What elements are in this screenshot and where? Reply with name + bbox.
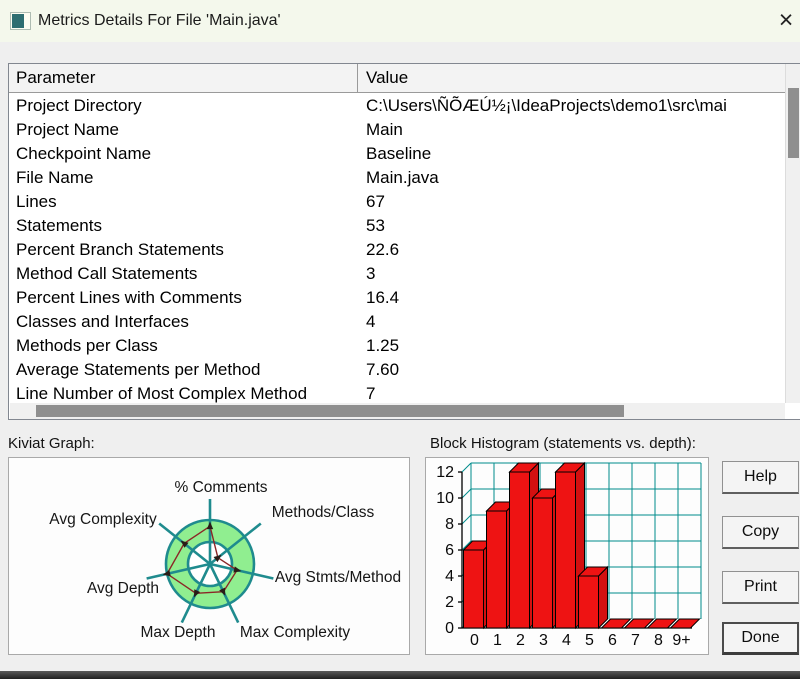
- value-cell: Baseline: [366, 144, 432, 163]
- parameter-cell: Classes and Interfaces: [16, 312, 189, 331]
- parameter-cell: Line Number of Most Complex Method: [16, 384, 308, 403]
- histogram-xtick-label: 8: [654, 632, 663, 649]
- histogram-xtick-label: 9+: [672, 632, 690, 649]
- value-cell: 4: [366, 312, 376, 331]
- window-bottom-edge: [0, 671, 800, 679]
- bar-front-face: [532, 497, 553, 629]
- column-header-value[interactable]: Value: [366, 64, 408, 92]
- kiviat-chart: % Comments Methods/Class Avg Stmts/Method M…: [49, 479, 401, 641]
- table-body: Project Directory C:\Users\ÑÕÆÚ½¡\IdeaPro…: [9, 94, 784, 403]
- vertical-scrollbar[interactable]: [785, 64, 800, 403]
- kiviat-axis-label: Max Depth: [141, 624, 216, 641]
- histogram-ytick-label: 0: [445, 620, 454, 637]
- table-header: Parameter Value: [9, 64, 800, 93]
- histogram-xtick-label: 6: [608, 632, 617, 649]
- horizontal-scrollbar-thumb[interactable]: [36, 405, 624, 417]
- value-cell: Main.java: [366, 168, 439, 187]
- kiviat-axis-label: % Comments: [174, 479, 267, 496]
- parameter-cell: Checkpoint Name: [16, 144, 152, 163]
- table-row[interactable]: Project Name Main: [9, 118, 784, 142]
- value-cell: 7.60: [366, 360, 400, 379]
- block-histogram-label: Block Histogram (statements vs. depth):: [430, 435, 696, 452]
- window-icon: [10, 12, 31, 30]
- value-cell: 53: [366, 216, 385, 235]
- done-button[interactable]: Done: [722, 622, 799, 655]
- parameter-cell: Percent Lines with Comments: [16, 288, 242, 307]
- vertical-scrollbar-thumb[interactable]: [788, 88, 799, 158]
- title-bar: Metrics Details For File 'Main.java' ×: [0, 0, 800, 42]
- value-cell: C:\Users\ÑÕÆÚ½¡\IdeaProjects\demo1\src\m…: [366, 96, 727, 115]
- value-cell: 3: [366, 264, 376, 283]
- table-row[interactable]: Checkpoint Name Baseline: [9, 142, 784, 166]
- histogram-xtick-label: 0: [470, 632, 479, 649]
- help-button[interactable]: Help: [722, 461, 799, 494]
- histogram-ytick-label: 8: [445, 516, 454, 533]
- histogram-ytick-label: 4: [445, 568, 454, 585]
- histogram-xtick-label: 5: [585, 632, 594, 649]
- table-row[interactable]: Methods per Class 1.25: [9, 334, 784, 358]
- metrics-table: Parameter Value Project Directory C:\User…: [8, 63, 800, 420]
- histogram-xtick-label: 4: [562, 632, 571, 649]
- bar-front-face: [578, 575, 599, 629]
- parameter-cell: Statements: [16, 216, 102, 235]
- histogram-xtick-label: 3: [539, 632, 548, 649]
- bar-front-face: [555, 471, 576, 629]
- value-cell: 7: [366, 384, 376, 403]
- table-row[interactable]: Average Statements per Method 7.60: [9, 358, 784, 382]
- kiviat-axis-label: Avg Complexity: [49, 511, 157, 528]
- kiviat-axis-label: Avg Depth: [87, 580, 159, 597]
- print-button[interactable]: Print: [722, 571, 799, 604]
- histogram-ytick-label: 6: [445, 542, 454, 559]
- value-cell: 16.4: [366, 288, 400, 307]
- parameter-cell: Average Statements per Method: [16, 360, 261, 379]
- bar-front-face: [509, 471, 530, 629]
- kiviat-axis-label: Max Complexity: [240, 624, 350, 641]
- bar-side-face: [598, 565, 608, 630]
- table-row[interactable]: Line Number of Most Complex Method 7: [9, 382, 784, 403]
- histogram-xtick-label: 7: [631, 632, 640, 649]
- table-row[interactable]: Statements 53: [9, 214, 784, 238]
- horizontal-scrollbar[interactable]: [10, 403, 785, 419]
- kiviat-axis-label: Methods/Class: [272, 504, 375, 521]
- close-icon[interactable]: ×: [772, 5, 800, 37]
- histogram-xtick-label: 1: [493, 632, 502, 649]
- column-divider[interactable]: [357, 64, 358, 92]
- histogram-panel: 0 2 4 6 8 10 12 0 1 2 3 4 5 6 7 8 9+: [425, 457, 709, 655]
- parameter-cell: Percent Branch Statements: [16, 240, 224, 259]
- parameter-cell: Methods per Class: [16, 336, 158, 355]
- parameter-cell: Project Directory: [16, 96, 142, 115]
- table-row[interactable]: Percent Branch Statements 22.6: [9, 238, 784, 262]
- bar-front-face: [486, 510, 507, 629]
- table-row[interactable]: File Name Main.java: [9, 166, 784, 190]
- kiviat-axis-label: Avg Stmts/Method: [275, 569, 401, 586]
- window-title: Metrics Details For File 'Main.java': [38, 12, 281, 29]
- table-row[interactable]: Percent Lines with Comments 16.4: [9, 286, 784, 310]
- bar-front-face: [463, 549, 484, 629]
- column-header-parameter[interactable]: Parameter: [16, 64, 95, 92]
- parameter-cell: Lines: [16, 192, 57, 211]
- kiviat-graph-label: Kiviat Graph:: [8, 435, 95, 452]
- value-cell: 67: [366, 192, 385, 211]
- value-cell: Main: [366, 120, 403, 139]
- table-row[interactable]: Classes and Interfaces 4: [9, 310, 784, 334]
- histogram-chart: 0246810120 1 2 3 4 5 6 7 8 9+: [436, 461, 702, 649]
- parameter-cell: Method Call Statements: [16, 264, 198, 283]
- value-cell: 1.25: [366, 336, 400, 355]
- table-row[interactable]: Project Directory C:\Users\ÑÕÆÚ½¡\IdeaPro…: [9, 94, 784, 118]
- table-row[interactable]: Lines 67: [9, 190, 784, 214]
- histogram-xtick-label: 2: [516, 632, 525, 649]
- copy-button[interactable]: Copy: [722, 516, 799, 549]
- histogram-ytick-label: 12: [436, 464, 454, 481]
- metrics-dialog: Metrics Details For File 'Main.java' × P…: [0, 0, 800, 679]
- parameter-cell: File Name: [16, 168, 94, 187]
- kiviat-graph-panel: % Comments Methods/Class Avg Stmts/Method M…: [8, 457, 410, 655]
- table-row[interactable]: Method Call Statements 3: [9, 262, 784, 286]
- histogram-ytick-label: 10: [436, 490, 454, 507]
- value-cell: 22.6: [366, 240, 400, 259]
- parameter-cell: Project Name: [16, 120, 119, 139]
- histogram-ytick-label: 2: [445, 594, 454, 611]
